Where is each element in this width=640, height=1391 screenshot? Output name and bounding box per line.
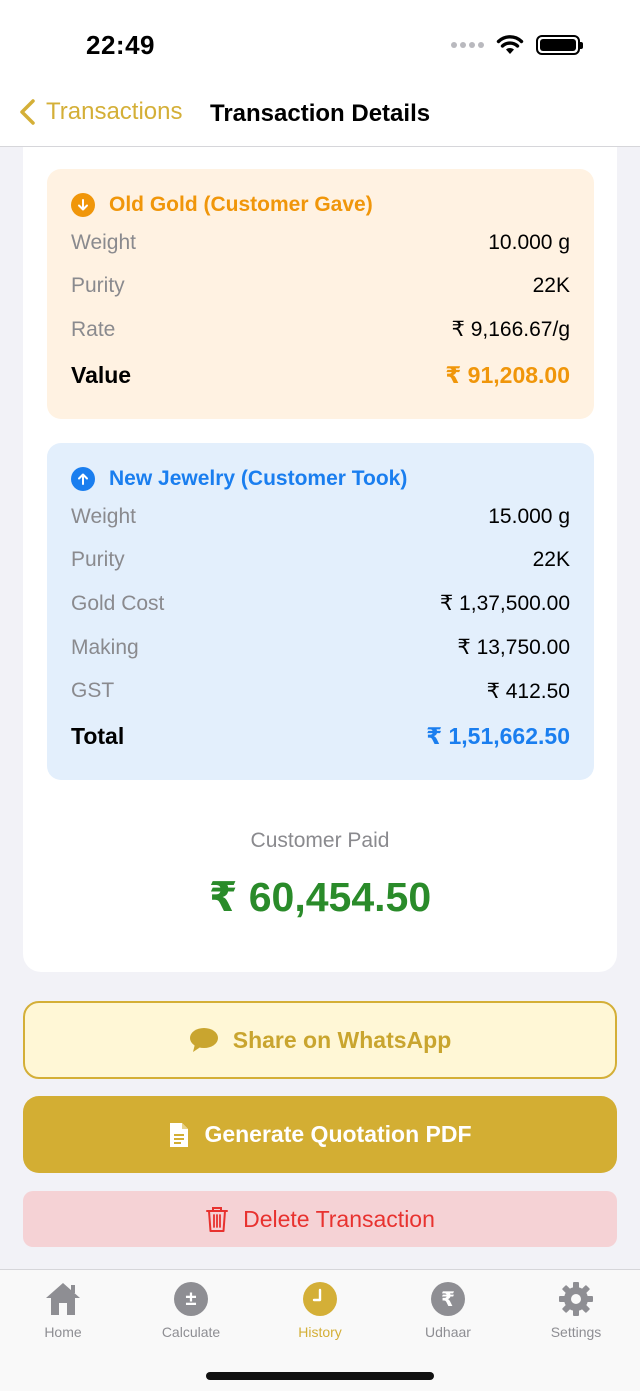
house-icon — [44, 1280, 82, 1318]
new-jewelry-row-making: Making ₹ 13,750.00 — [71, 626, 570, 670]
new-jewelry-header: New Jewelry (Customer Took) — [71, 463, 570, 495]
new-jewelry-title: New Jewelry (Customer Took) — [109, 467, 408, 490]
old-gold-total-label: Value — [71, 362, 132, 389]
old-gold-section: Old Gold (Customer Gave) Weight 10.000 g… — [47, 169, 594, 419]
old-gold-row-weight: Weight 10.000 g — [71, 221, 570, 265]
old-gold-header: Old Gold (Customer Gave) — [71, 189, 570, 221]
delete-transaction-label: Delete Transaction — [243, 1205, 435, 1232]
tab-udhaar[interactable]: ₹ Udhaar — [393, 1280, 503, 1340]
old-gold-row-purity: Purity 22K — [71, 265, 570, 309]
row-label: Gold Cost — [71, 591, 165, 615]
new-jewelry-row-purity: Purity 22K — [71, 539, 570, 583]
rupee-icon: ₹ — [429, 1280, 467, 1318]
new-jewelry-row-gst: GST ₹ 412.50 — [71, 669, 570, 713]
row-label: Purity — [71, 548, 125, 572]
tab-label: Home — [44, 1324, 82, 1340]
row-label: GST — [71, 679, 115, 703]
home-indicator — [206, 1372, 434, 1380]
tab-label: History — [298, 1324, 342, 1340]
row-label: Making — [71, 635, 139, 659]
new-jewelry-total-row: Total ₹ 1,51,662.50 — [71, 713, 570, 761]
wifi-icon — [496, 35, 524, 54]
status-bar: 22:49 — [0, 0, 640, 90]
old-gold-row-rate: Rate ₹ 9,166.67/g — [71, 308, 570, 352]
new-jewelry-row-weight: Weight 15.000 g — [71, 495, 570, 539]
row-label: Rate — [71, 317, 116, 341]
arrow-up-circle-icon — [71, 467, 95, 491]
tab-home[interactable]: Home — [8, 1280, 118, 1340]
row-value: 22K — [532, 274, 570, 298]
customer-paid-amount: ₹ 60,454.50 — [208, 874, 432, 920]
old-gold-title: Old Gold (Customer Gave) — [109, 193, 373, 216]
page-title: Transaction Details — [210, 100, 431, 127]
generate-pdf-button[interactable]: Generate Quotation PDF — [23, 1096, 617, 1173]
row-value: 22K — [532, 548, 570, 572]
chat-bubble-icon — [189, 1028, 218, 1052]
tab-label: Calculate — [161, 1324, 221, 1340]
arrow-down-circle-icon — [71, 193, 95, 217]
navigation-bar: Transactions Transaction Details — [0, 90, 640, 147]
status-time: 22:49 — [86, 30, 155, 60]
transaction-details-card: Old Gold (Customer Gave) Weight 10.000 g… — [23, 147, 617, 972]
share-whatsapp-label: Share on WhatsApp — [232, 1026, 452, 1053]
back-button-label: Transactions — [46, 98, 183, 125]
old-gold-total-row: Value ₹ 91,208.00 — [71, 352, 570, 400]
new-jewelry-section: New Jewelry (Customer Took) Weight 15.00… — [47, 443, 594, 780]
chevron-left-icon — [20, 99, 35, 125]
new-jewelry-total-label: Total — [71, 723, 125, 750]
delete-transaction-button[interactable]: Delete Transaction — [23, 1191, 617, 1247]
row-label: Weight — [71, 504, 136, 528]
customer-paid-label: Customer Paid — [250, 829, 390, 852]
old-gold-total-value: ₹ 91,208.00 — [445, 362, 570, 389]
row-value: 15.000 g — [488, 504, 570, 528]
tab-history[interactable]: History — [265, 1280, 375, 1340]
new-jewelry-row-gold-cost: Gold Cost ₹ 1,37,500.00 — [71, 582, 570, 626]
battery-icon — [536, 35, 583, 55]
cellular-signal-icon — [451, 42, 484, 48]
generate-pdf-label: Generate Quotation PDF — [204, 1121, 472, 1147]
row-value: 10.000 g — [488, 230, 570, 254]
tab-calculate[interactable]: ± Calculate — [136, 1280, 246, 1340]
status-icons — [451, 34, 583, 56]
row-value: ₹ 412.50 — [486, 679, 570, 703]
new-jewelry-total-value: ₹ 1,51,662.50 — [426, 723, 570, 750]
row-label: Purity — [71, 274, 125, 298]
gear-icon — [557, 1280, 595, 1318]
share-whatsapp-button[interactable]: Share on WhatsApp — [23, 1001, 617, 1079]
trash-icon — [206, 1207, 229, 1232]
back-button[interactable]: Transactions — [18, 98, 183, 126]
clock-icon — [301, 1280, 339, 1318]
row-value: ₹ 1,37,500.00 — [439, 592, 570, 616]
tab-settings[interactable]: Settings — [521, 1280, 631, 1340]
plus-minus-icon: ± — [172, 1280, 210, 1318]
tab-label: Udhaar — [425, 1324, 471, 1340]
row-value: ₹ 13,750.00 — [457, 636, 570, 660]
tab-label: Settings — [550, 1324, 602, 1340]
document-icon — [170, 1122, 189, 1147]
row-label: Weight — [71, 230, 136, 254]
row-value: ₹ 9,166.67/g — [451, 318, 570, 342]
